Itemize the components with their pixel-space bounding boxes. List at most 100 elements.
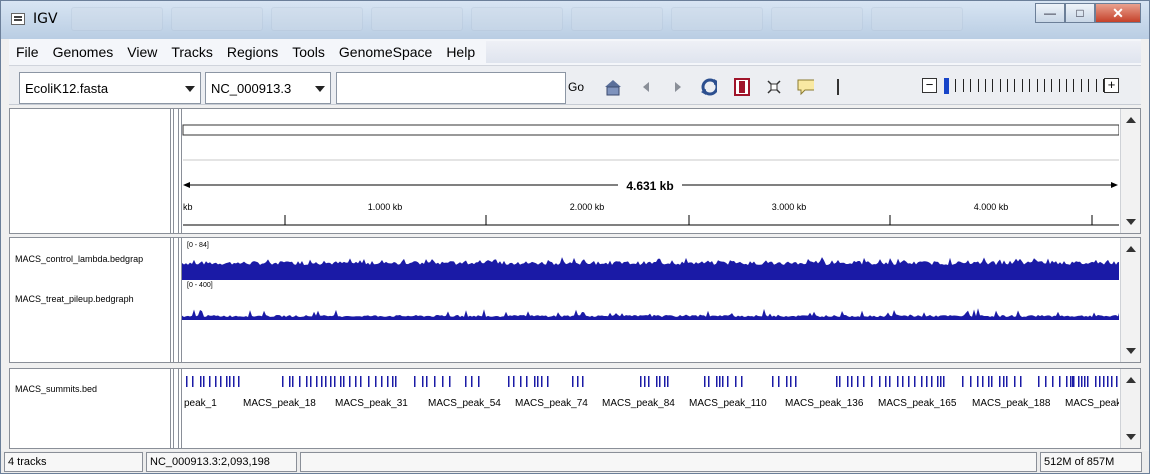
summit-feature[interactable]	[879, 376, 881, 387]
track-name-control-lambda[interactable]: MACS_control_lambda.bedgrap	[15, 254, 143, 264]
summit-feature[interactable]	[795, 376, 797, 387]
summit-feature[interactable]	[648, 376, 650, 387]
summit-feature[interactable]	[847, 376, 849, 387]
summit-feature[interactable]	[226, 376, 228, 387]
summit-feature[interactable]	[863, 376, 865, 387]
summit-feature[interactable]	[772, 376, 774, 387]
menu-regions[interactable]: Regions	[220, 44, 285, 60]
summit-feature[interactable]	[1087, 376, 1089, 387]
resize-to-window-button[interactable]	[765, 78, 783, 96]
summit-feature[interactable]	[200, 376, 202, 387]
summit-feature[interactable]	[292, 376, 294, 387]
summit-feature[interactable]	[988, 376, 990, 387]
menu-tracks[interactable]: Tracks	[164, 44, 219, 60]
summit-feature[interactable]	[375, 376, 377, 387]
summit-feature[interactable]	[321, 376, 323, 387]
summit-feature[interactable]	[962, 376, 964, 387]
summit-feature[interactable]	[1103, 376, 1105, 387]
summit-feature[interactable]	[889, 376, 891, 387]
summit-feature[interactable]	[577, 376, 579, 387]
summit-feature[interactable]	[233, 376, 235, 387]
track-name-summits[interactable]: MACS_summits.bed	[15, 384, 97, 394]
chromosome-ideogram[interactable]	[182, 124, 1119, 136]
summit-feature[interactable]	[914, 376, 916, 387]
summit-feature[interactable]	[541, 376, 543, 387]
summit-feature[interactable]	[526, 376, 528, 387]
locus-search-input[interactable]	[336, 72, 566, 104]
summit-feature[interactable]	[478, 376, 480, 387]
summit-feature[interactable]	[977, 376, 979, 387]
summit-feature[interactable]	[1059, 376, 1061, 387]
summit-feature[interactable]	[1095, 376, 1097, 387]
scroll-up-icon[interactable]	[1126, 377, 1136, 383]
summit-feature[interactable]	[897, 376, 899, 387]
summit-feature[interactable]	[659, 376, 661, 387]
summit-feature[interactable]	[836, 376, 838, 387]
minimize-button[interactable]: —	[1035, 3, 1065, 23]
summit-feature[interactable]	[1014, 376, 1016, 387]
ruler-toggle-button[interactable]	[829, 78, 847, 96]
summit-feature[interactable]	[871, 376, 873, 387]
summit-feature[interactable]	[704, 376, 706, 387]
summit-feature[interactable]	[719, 376, 721, 387]
menu-genomes[interactable]: Genomes	[46, 44, 121, 60]
control-lambda-coverage[interactable]	[182, 257, 1119, 280]
scroll-down-icon[interactable]	[1126, 219, 1136, 225]
forward-button[interactable]	[669, 78, 687, 96]
summit-feature[interactable]	[656, 376, 658, 387]
summit-feature[interactable]	[735, 376, 737, 387]
summit-feature[interactable]	[360, 376, 362, 387]
data-scrollbar[interactable]	[1120, 238, 1140, 362]
zoom-in-button[interactable]: +	[1104, 78, 1119, 93]
close-button[interactable]: ✕	[1095, 3, 1141, 23]
zoom-out-button[interactable]: −	[922, 78, 937, 93]
zoom-level-indicator[interactable]	[944, 78, 949, 94]
summit-feature[interactable]	[885, 376, 887, 387]
summit-feature[interactable]	[1038, 376, 1040, 387]
summit-feature[interactable]	[1045, 376, 1047, 387]
treat-pileup-coverage[interactable]	[182, 308, 1119, 320]
header-scrollbar[interactable]	[1120, 109, 1140, 233]
scroll-down-icon[interactable]	[1126, 434, 1136, 440]
summit-feature[interactable]	[582, 376, 584, 387]
summit-feature[interactable]	[667, 376, 669, 387]
summit-feature[interactable]	[442, 376, 444, 387]
summit-feature[interactable]	[902, 376, 904, 387]
summit-feature[interactable]	[520, 376, 522, 387]
menu-help[interactable]: Help	[439, 44, 482, 60]
popup-info-button[interactable]	[796, 78, 814, 96]
summit-feature[interactable]	[306, 376, 308, 387]
summit-feature[interactable]	[343, 376, 345, 387]
summit-feature[interactable]	[310, 376, 312, 387]
summit-feature[interactable]	[786, 376, 788, 387]
summit-feature[interactable]	[970, 376, 972, 387]
summit-feature[interactable]	[1111, 376, 1113, 387]
summit-feature[interactable]	[851, 376, 853, 387]
summit-feature[interactable]	[471, 376, 473, 387]
summit-feature[interactable]	[426, 376, 428, 387]
summit-feature[interactable]	[778, 376, 780, 387]
summit-feature[interactable]	[395, 376, 397, 387]
summit-feature[interactable]	[203, 376, 205, 387]
summit-feature[interactable]	[857, 376, 859, 387]
summit-feature[interactable]	[537, 376, 539, 387]
summit-feature[interactable]	[926, 376, 928, 387]
summit-feature[interactable]	[220, 376, 222, 387]
menu-file[interactable]: File	[9, 44, 46, 60]
summit-feature[interactable]	[572, 376, 574, 387]
summit-feature[interactable]	[289, 376, 291, 387]
summit-feature[interactable]	[209, 376, 211, 387]
summit-feature[interactable]	[387, 376, 389, 387]
summit-feature[interactable]	[790, 376, 792, 387]
summit-feature[interactable]	[316, 376, 318, 387]
scroll-up-icon[interactable]	[1126, 117, 1136, 123]
summit-feature[interactable]	[908, 376, 910, 387]
summit-feature[interactable]	[1052, 376, 1054, 387]
summit-feature[interactable]	[547, 376, 549, 387]
scroll-up-icon[interactable]	[1126, 246, 1136, 252]
summit-feature[interactable]	[340, 376, 342, 387]
summit-feature-bars[interactable]	[186, 376, 1118, 387]
summit-feature[interactable]	[381, 376, 383, 387]
chromosome-dropdown[interactable]: NC_000913.3	[205, 72, 331, 104]
summit-feature[interactable]	[186, 376, 188, 387]
